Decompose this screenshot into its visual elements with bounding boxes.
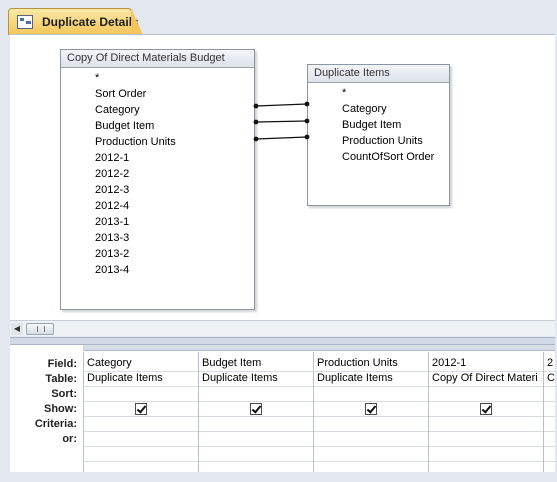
horizontal-scrollbar[interactable]: ◀ — [10, 320, 555, 336]
table-cell[interactable]: Duplicate Items — [199, 371, 313, 386]
criteria-cell[interactable] — [199, 416, 313, 431]
field-item[interactable]: 2012-1 — [61, 150, 254, 166]
sort-cell[interactable] — [429, 386, 543, 401]
row-label-table: Table: — [45, 373, 77, 385]
field-cell[interactable]: 2012-1 — [429, 356, 543, 371]
field-item[interactable]: Production Units — [308, 133, 449, 149]
or-cell[interactable] — [199, 431, 313, 446]
grid-column[interactable]: Production Units Duplicate Items — [313, 352, 428, 472]
field-list: * Sort Order Category Budget Item Produc… — [61, 68, 254, 278]
sort-cell[interactable] — [199, 386, 313, 401]
or-cell[interactable] — [84, 431, 198, 446]
criteria-cell[interactable] — [314, 416, 428, 431]
grid-column[interactable]: 2 C — [543, 352, 555, 472]
table-box-duplicate-items[interactable]: Duplicate Items * Category Budget Item P… — [307, 64, 450, 206]
table-cell[interactable]: Copy Of Direct Materi — [429, 371, 543, 386]
scroll-left-arrow-icon[interactable]: ◀ — [11, 323, 23, 335]
field-item[interactable]: 2013-3 — [61, 230, 254, 246]
table-title[interactable]: Duplicate Items — [308, 65, 449, 83]
grid-row-labels: Field: Table: Sort: Show: Criteria: or: — [10, 345, 83, 472]
query-design-icon — [17, 15, 33, 29]
or-cell[interactable] — [314, 431, 428, 446]
field-item[interactable]: 2013-4 — [61, 262, 254, 278]
row-label-sort: Sort: — [51, 388, 77, 400]
column-selector-bar[interactable] — [83, 345, 555, 351]
field-item[interactable]: 2012-4 — [61, 198, 254, 214]
show-checkbox[interactable] — [480, 403, 492, 415]
field-item[interactable]: Sort Order — [61, 86, 254, 102]
sort-cell[interactable] — [314, 386, 428, 401]
document-tab-bar: Duplicate Details — [0, 0, 557, 36]
scroll-thumb[interactable] — [26, 323, 54, 335]
field-item[interactable]: Budget Item — [308, 117, 449, 133]
field-item[interactable]: 2012-3 — [61, 182, 254, 198]
sort-cell[interactable] — [84, 386, 198, 401]
field-item[interactable]: 2012-2 — [61, 166, 254, 182]
field-item[interactable]: Production Units — [61, 134, 254, 150]
table-box-copy-of-direct-materials-budget[interactable]: Copy Of Direct Materials Budget * Sort O… — [60, 49, 255, 310]
query-design-window: Duplicate Details Copy Of Direct Materia… — [0, 0, 557, 482]
row-label-criteria: Criteria: — [34, 418, 77, 430]
document-tab-title: Duplicate Details — [42, 15, 139, 29]
table-cell[interactable]: Duplicate Items — [84, 371, 198, 386]
show-checkbox[interactable] — [250, 403, 262, 415]
field-item[interactable]: Category — [61, 102, 254, 118]
field-item[interactable]: * — [308, 85, 449, 101]
field-cell[interactable]: Category — [84, 356, 198, 371]
grid-column[interactable]: Budget Item Duplicate Items — [198, 352, 313, 472]
field-cell[interactable]: Budget Item — [199, 356, 313, 371]
criteria-cell[interactable] — [84, 416, 198, 431]
pane-splitter[interactable] — [10, 337, 555, 345]
table-title[interactable]: Copy Of Direct Materials Budget — [61, 50, 254, 68]
table-design-pane[interactable]: Copy Of Direct Materials Budget * Sort O… — [10, 34, 555, 320]
field-list: * Category Budget Item Production Units … — [308, 83, 449, 165]
field-item[interactable]: * — [61, 70, 254, 86]
grid-column[interactable]: Category Duplicate Items — [83, 352, 198, 472]
row-label-or: or: — [62, 433, 77, 445]
row-label-field: Field: — [47, 358, 77, 370]
criteria-cell[interactable] — [429, 416, 543, 431]
field-item[interactable]: 2013-1 — [61, 214, 254, 230]
show-checkbox[interactable] — [135, 403, 147, 415]
row-label-show: Show: — [44, 403, 77, 415]
show-checkbox[interactable] — [365, 403, 377, 415]
field-item[interactable]: 2013-2 — [61, 246, 254, 262]
field-item[interactable]: CountOfSort Order — [308, 149, 449, 165]
window-bottom-edge — [0, 472, 557, 482]
field-cell[interactable]: Production Units — [314, 356, 428, 371]
grip-icon — [37, 326, 45, 332]
field-item[interactable]: Category — [308, 101, 449, 117]
field-cell[interactable]: 2 — [544, 356, 555, 371]
grid-column[interactable]: 2012-1 Copy Of Direct Materi — [428, 352, 543, 472]
document-tab[interactable]: Duplicate Details — [8, 8, 143, 35]
query-design-grid: Field: Table: Sort: Show: Criteria: or: … — [10, 345, 555, 472]
table-cell[interactable]: Duplicate Items — [314, 371, 428, 386]
or-cell[interactable] — [429, 431, 543, 446]
field-item[interactable]: Budget Item — [61, 118, 254, 134]
table-cell[interactable]: C — [544, 371, 555, 386]
